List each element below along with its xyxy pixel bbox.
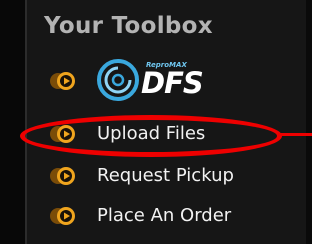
menu-item-label: Request Pickup (97, 165, 234, 186)
circle-arrow-icon (50, 72, 75, 90)
reprodfs-logo[interactable]: ReproMAX DFS (96, 58, 236, 102)
menu-item-label: Place An Order (97, 205, 232, 226)
menu-item-place-an-order[interactable]: Place An Order (49, 202, 269, 230)
circle-arrow-icon (50, 167, 75, 185)
menu-item-upload-files[interactable]: Upload Files (49, 120, 249, 148)
panel-left-border (0, 0, 27, 244)
toolbox-title: Your Toolbox (44, 13, 213, 39)
logo-brand-big: DFS (141, 66, 204, 100)
circle-arrow-icon (50, 125, 75, 143)
circle-arrow-icon (50, 207, 75, 225)
panel-right-strip (306, 0, 312, 244)
menu-item-label: Upload Files (97, 123, 206, 144)
menu-item-request-pickup[interactable]: Request Pickup (49, 162, 269, 190)
toolbox-panel: Your Toolbox ReproMAX DFS Upload Files R… (0, 0, 312, 244)
highlight-pointer-line (280, 133, 312, 136)
swirl-logo-icon (97, 59, 139, 101)
